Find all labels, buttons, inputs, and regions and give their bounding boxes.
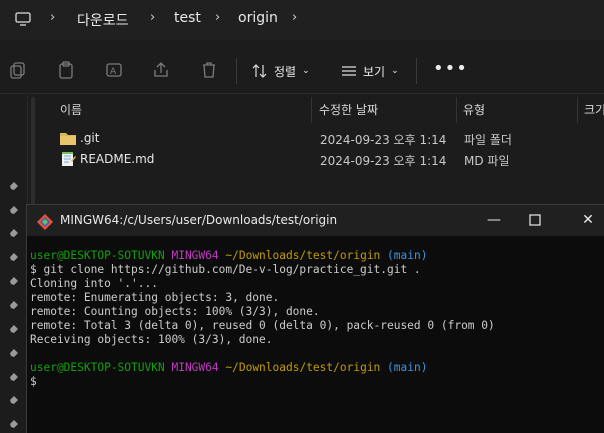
output-line: Cloning into '.'... bbox=[30, 277, 158, 290]
pin-icon[interactable] bbox=[7, 276, 19, 288]
pin-icon[interactable] bbox=[7, 395, 19, 407]
column-header-size[interactable]: 크기 bbox=[584, 97, 604, 123]
output-line: Receiving objects: 100% (3/3), done. bbox=[30, 333, 273, 346]
column-header-date[interactable]: 수정한 날짜 bbox=[319, 97, 378, 123]
pin-icon[interactable] bbox=[7, 372, 19, 384]
pin-icon[interactable] bbox=[7, 324, 19, 336]
output-line: remote: Enumerating objects: 3, done. bbox=[30, 291, 280, 304]
prompt-branch: (main) bbox=[387, 361, 428, 374]
address-bar[interactable]: › 다운로드 › test › origin › bbox=[0, 0, 604, 40]
chevron-right-icon[interactable]: › bbox=[150, 10, 155, 25]
terminal-scrollbar[interactable] bbox=[594, 237, 604, 433]
view-label: 보기 bbox=[363, 64, 386, 79]
rename-icon[interactable]: A bbox=[104, 60, 124, 80]
more-options-icon[interactable]: ••• bbox=[433, 58, 468, 79]
breadcrumb-downloads[interactable]: 다운로드 bbox=[77, 10, 129, 30]
pin-icon[interactable] bbox=[7, 300, 19, 312]
breadcrumb-test[interactable]: test bbox=[174, 10, 201, 26]
file-type: MD 파일 bbox=[464, 154, 510, 168]
prompt-line: user@DESKTOP-SOTUVKN MINGW64 ~/Downloads… bbox=[30, 361, 590, 375]
git-bash-window[interactable]: MINGW64:/c/Users/user/Downloads/test/ori… bbox=[26, 204, 604, 433]
svg-text:A: A bbox=[110, 67, 117, 77]
command-line: $ git clone https://github.com/De-v-log/… bbox=[30, 263, 421, 276]
view-icon bbox=[342, 66, 356, 76]
prompt-userhost: user@DESKTOP-SOTUVKN bbox=[30, 249, 165, 262]
pin-icon[interactable] bbox=[7, 181, 19, 193]
chevron-right-icon[interactable]: › bbox=[215, 10, 220, 25]
prompt-path: ~/Downloads/test/origin bbox=[225, 361, 381, 374]
copy-icon[interactable] bbox=[8, 60, 28, 80]
column-divider[interactable] bbox=[577, 97, 578, 123]
sort-button[interactable]: 정렬 ⌄ bbox=[252, 61, 310, 81]
chevron-down-icon: ⌄ bbox=[391, 66, 399, 76]
toolbar-divider bbox=[416, 58, 417, 84]
column-header-type[interactable]: 유형 bbox=[463, 97, 485, 123]
file-date: 2024-09-23 오후 1:14 bbox=[320, 133, 447, 147]
prompt-shell: MINGW64 bbox=[171, 249, 219, 262]
paste-icon[interactable] bbox=[56, 60, 76, 80]
terminal-output[interactable]: user@DESKTOP-SOTUVKN MINGW64 ~/Downloads… bbox=[30, 249, 590, 429]
file-name: .git bbox=[80, 131, 100, 145]
maximize-icon[interactable] bbox=[529, 214, 541, 226]
pin-icon[interactable] bbox=[7, 419, 19, 431]
file-type: 파일 폴더 bbox=[464, 133, 512, 147]
terminal-title-bar[interactable]: MINGW64:/c/Users/user/Downloads/test/ori… bbox=[27, 205, 604, 236]
navigation-scrollbar[interactable] bbox=[31, 97, 35, 215]
prompt-shell: MINGW64 bbox=[171, 361, 219, 374]
this-pc-icon[interactable] bbox=[14, 10, 32, 28]
column-header-name[interactable]: 이름 bbox=[60, 97, 82, 123]
terminal-title: MINGW64:/c/Users/user/Downloads/test/ori… bbox=[60, 213, 338, 227]
file-date: 2024-09-23 오후 1:14 bbox=[320, 154, 447, 168]
close-icon[interactable]: ✕ bbox=[579, 211, 597, 229]
pin-icon[interactable] bbox=[7, 252, 19, 264]
view-button[interactable]: 보기 ⌄ bbox=[341, 61, 399, 81]
breadcrumb-origin[interactable]: origin bbox=[238, 10, 278, 26]
prompt-line: user@DESKTOP-SOTUVKN MINGW64 ~/Downloads… bbox=[30, 249, 590, 263]
navigation-pane[interactable] bbox=[0, 95, 28, 433]
output-line: remote: Total 3 (delta 0), reused 0 (del… bbox=[30, 319, 495, 332]
git-bash-logo-icon bbox=[37, 214, 53, 230]
chevron-right-icon[interactable]: › bbox=[50, 10, 55, 25]
chevron-down-icon: ⌄ bbox=[302, 66, 310, 76]
prompt-path: ~/Downloads/test/origin bbox=[225, 249, 381, 262]
pin-icon[interactable] bbox=[7, 205, 19, 217]
column-divider[interactable] bbox=[456, 97, 457, 123]
notepad-file-icon bbox=[62, 152, 76, 166]
sort-label: 정렬 bbox=[274, 64, 297, 79]
input-line[interactable]: $ bbox=[30, 375, 590, 389]
share-icon[interactable] bbox=[151, 60, 171, 80]
file-row[interactable]: README.md 2024-09-23 오후 1:14 MD 파일 bbox=[52, 149, 604, 171]
output-line: remote: Counting objects: 100% (3/3), do… bbox=[30, 305, 320, 318]
chevron-right-icon[interactable]: › bbox=[292, 10, 297, 25]
pin-icon[interactable] bbox=[7, 228, 19, 240]
prompt-branch: (main) bbox=[387, 249, 428, 262]
toolbar-divider bbox=[236, 58, 237, 84]
pin-icon[interactable] bbox=[7, 348, 19, 360]
minimize-icon[interactable]: — bbox=[485, 211, 503, 229]
delete-icon[interactable] bbox=[199, 60, 219, 80]
file-row[interactable]: .git 2024-09-23 오후 1:14 파일 폴더 bbox=[52, 128, 604, 150]
column-divider[interactable] bbox=[311, 97, 312, 123]
sort-icon bbox=[252, 64, 267, 78]
prompt-userhost: user@DESKTOP-SOTUVKN bbox=[30, 361, 165, 374]
folder-icon bbox=[60, 133, 76, 145]
command-bar: A 정렬 ⌄ 보기 ⌄ ••• bbox=[0, 48, 604, 94]
file-name: README.md bbox=[80, 152, 155, 166]
